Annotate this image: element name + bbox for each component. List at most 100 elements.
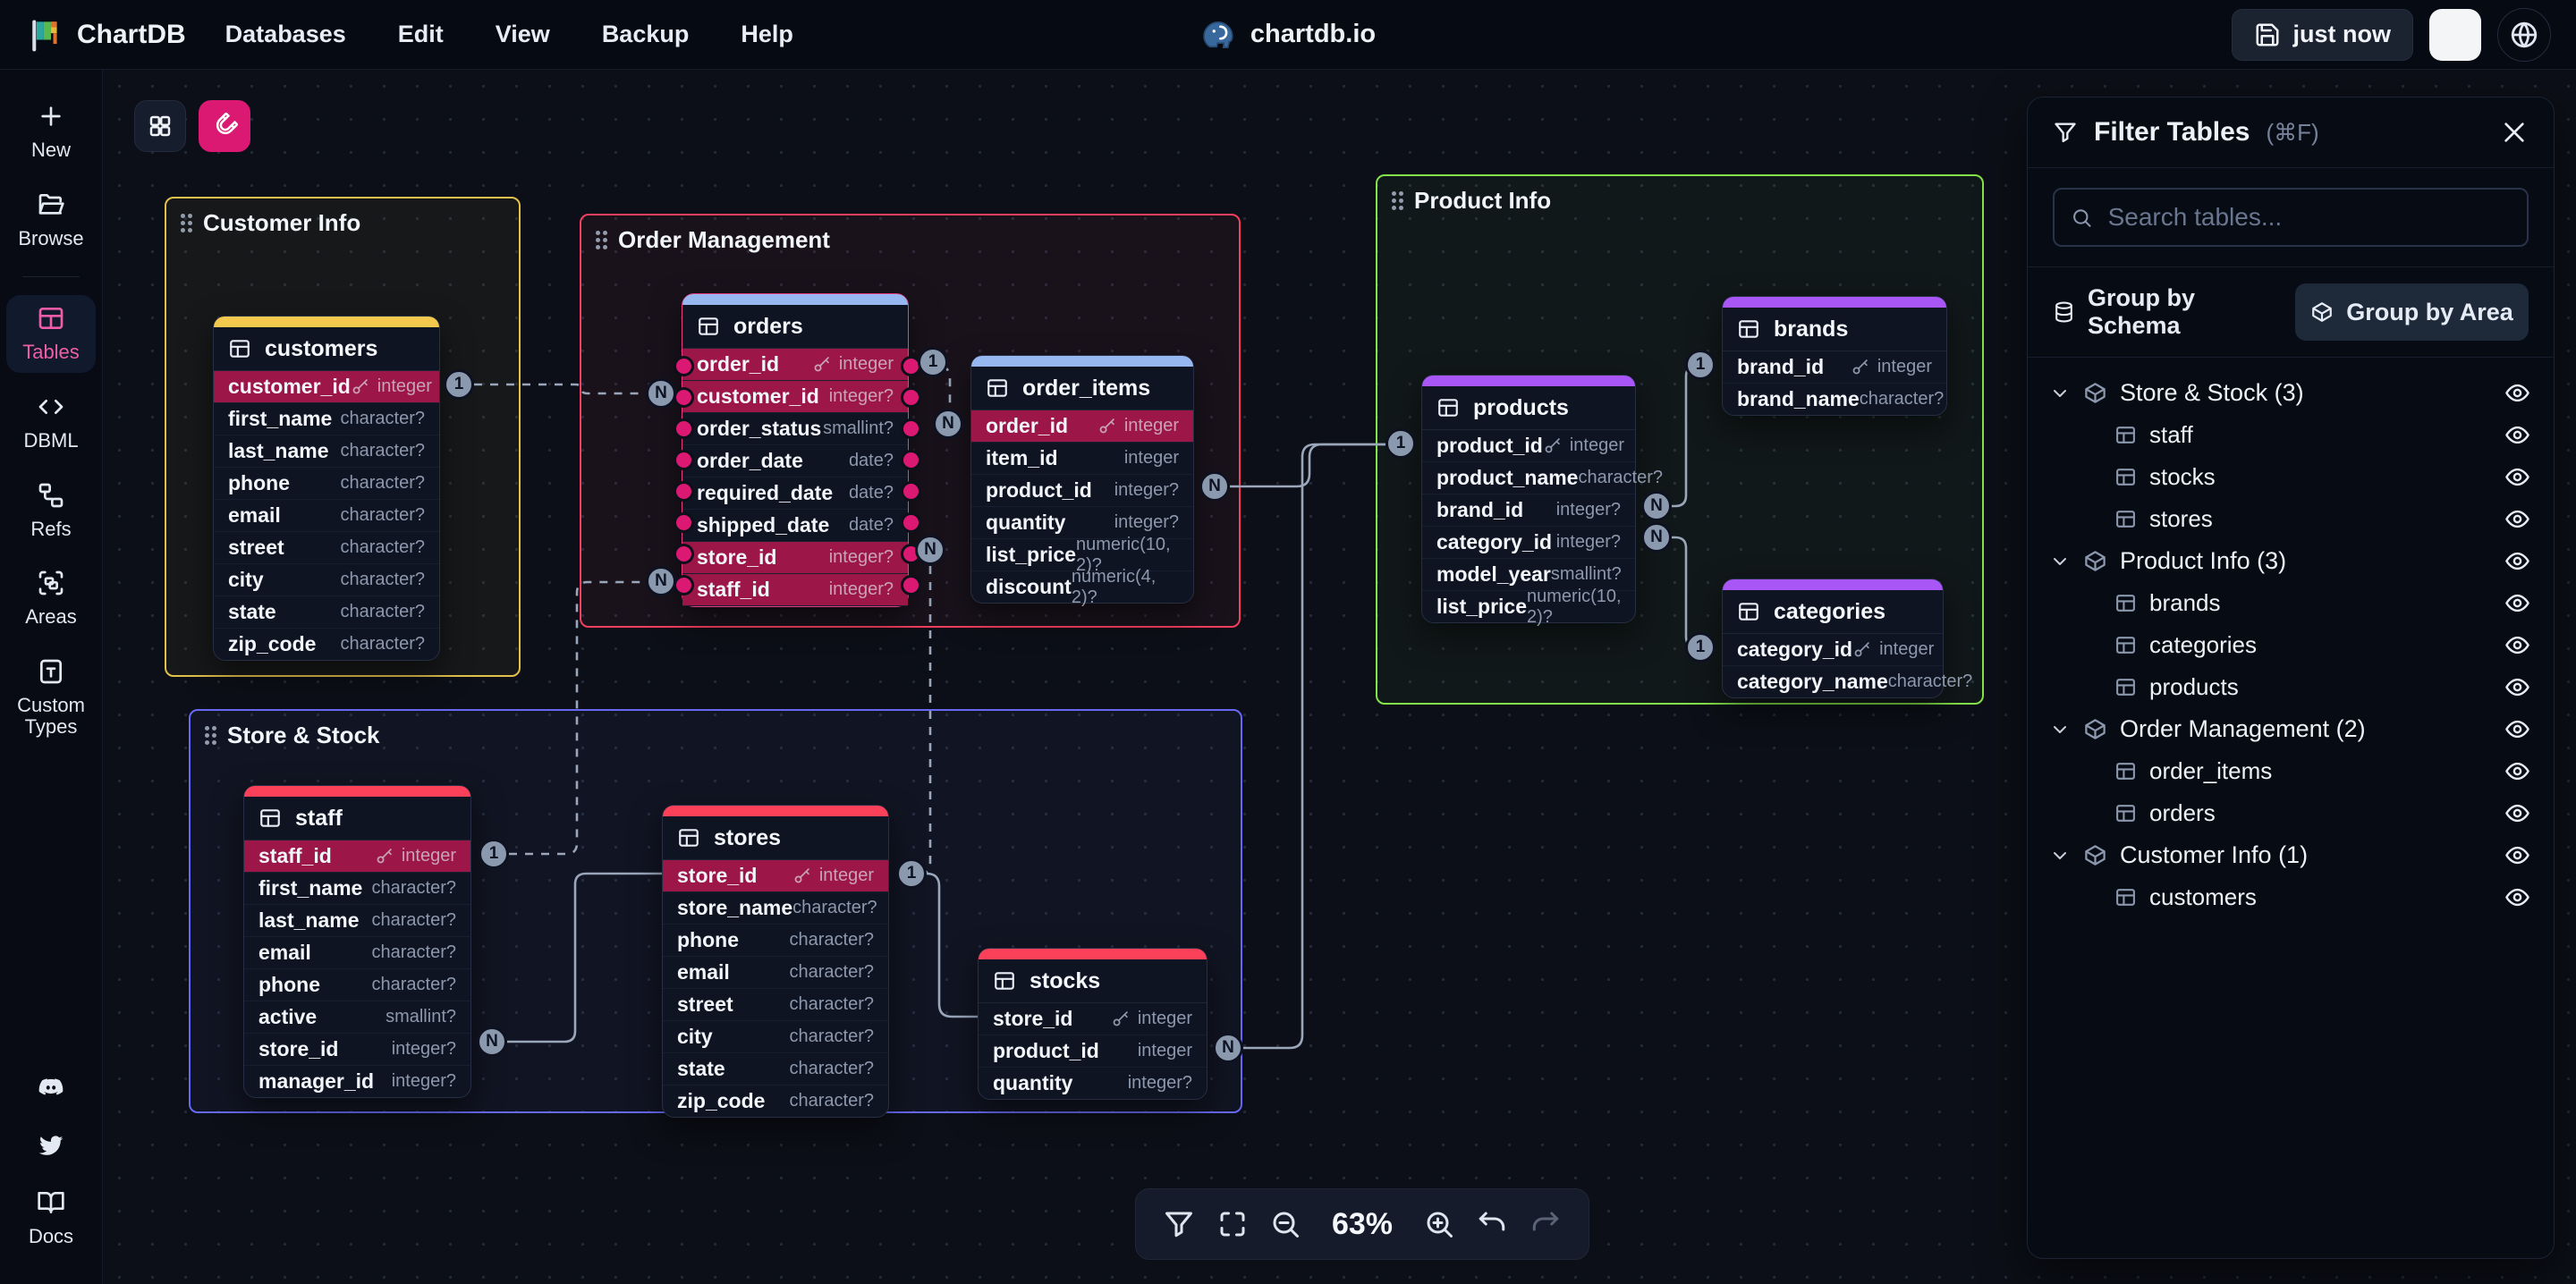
- field-row-store_id[interactable]: store_id integer: [663, 860, 888, 892]
- field-row-phone[interactable]: phone character?: [244, 969, 470, 1001]
- connection-handle[interactable]: [674, 418, 694, 439]
- connection-handle[interactable]: [901, 481, 921, 502]
- field-row-phone[interactable]: phone character?: [214, 468, 439, 500]
- sidebar-item-custom-types[interactable]: Custom Types: [6, 648, 96, 748]
- field-row-brand_name[interactable]: brand_name character?: [1723, 384, 1946, 415]
- github-button[interactable]: [2429, 9, 2481, 61]
- menu-view[interactable]: View: [496, 21, 550, 48]
- undo-button[interactable]: [1474, 1206, 1510, 1242]
- tree-table-customers[interactable]: customers: [2028, 876, 2554, 918]
- field-row-list_price[interactable]: list_price numeric(10, 2)?: [1422, 591, 1635, 622]
- table-orders[interactable]: orders order_id integer customer_id inte…: [682, 293, 909, 607]
- connection-handle[interactable]: [674, 512, 694, 533]
- field-row-category_name[interactable]: category_name character?: [1723, 666, 1943, 697]
- sidebar-item-areas[interactable]: Areas: [6, 560, 96, 638]
- chevron-down-icon[interactable]: [2049, 383, 2071, 404]
- frame-button[interactable]: [1215, 1206, 1250, 1242]
- field-row-order_id[interactable]: order_id integer: [682, 349, 908, 381]
- redo-button[interactable]: [1528, 1206, 1563, 1242]
- menu-databases[interactable]: Databases: [225, 21, 346, 48]
- table-brands[interactable]: brands brand_id integer brand_name chara…: [1722, 296, 1947, 416]
- field-row-state[interactable]: state character?: [214, 596, 439, 629]
- close-icon[interactable]: [2500, 118, 2529, 147]
- group-by-area-button[interactable]: Group by Area: [2295, 283, 2529, 341]
- field-row-staff_id[interactable]: staff_id integer?: [682, 574, 908, 606]
- field-row-store_name[interactable]: store_name character?: [663, 892, 888, 925]
- tree-table-products[interactable]: products: [2028, 666, 2554, 708]
- field-row-phone[interactable]: phone character?: [663, 925, 888, 957]
- connection-handle[interactable]: [901, 387, 921, 408]
- tree-table-order_items[interactable]: order_items: [2028, 750, 2554, 792]
- connection-handle[interactable]: [901, 450, 921, 470]
- table-header[interactable]: products: [1422, 386, 1635, 430]
- diagram-name[interactable]: chartdb.io: [1250, 20, 1376, 49]
- field-row-quantity[interactable]: quantity integer?: [979, 1068, 1207, 1099]
- field-row-street[interactable]: street character?: [663, 989, 888, 1021]
- connection-handle[interactable]: [674, 575, 694, 596]
- tree-table-stocks[interactable]: stocks: [2028, 456, 2554, 498]
- field-row-active[interactable]: active smallint?: [244, 1001, 470, 1034]
- field-row-brand_id[interactable]: brand_id integer?: [1422, 494, 1635, 527]
- language-button[interactable]: [2497, 8, 2551, 62]
- sidebar-item-browse[interactable]: Browse: [6, 182, 96, 259]
- field-row-product_id[interactable]: product_id integer: [979, 1035, 1207, 1068]
- tree-table-staff[interactable]: staff: [2028, 414, 2554, 456]
- eye-icon[interactable]: [2504, 674, 2530, 700]
- field-row-email[interactable]: email character?: [244, 937, 470, 969]
- field-row-product_name[interactable]: product_name character?: [1422, 462, 1635, 494]
- tree-table-categories[interactable]: categories: [2028, 624, 2554, 666]
- field-row-store_id[interactable]: store_id integer: [979, 1003, 1207, 1035]
- menu-edit[interactable]: Edit: [398, 21, 444, 48]
- connection-handle[interactable]: [901, 575, 921, 596]
- field-row-category_id[interactable]: category_id integer: [1723, 634, 1943, 666]
- table-header[interactable]: stores: [663, 816, 888, 860]
- field-row-brand_id[interactable]: brand_id integer: [1723, 351, 1946, 384]
- field-row-zip_code[interactable]: zip_code character?: [214, 629, 439, 660]
- eye-icon[interactable]: [2504, 884, 2530, 910]
- field-row-customer_id[interactable]: customer_id integer?: [682, 381, 908, 413]
- connection-handle[interactable]: [901, 418, 921, 439]
- tree-table-orders[interactable]: orders: [2028, 792, 2554, 834]
- eye-icon[interactable]: [2504, 800, 2530, 826]
- tree-group-customer-info[interactable]: Customer Info (1): [2028, 834, 2554, 876]
- sidebar-item-twitter[interactable]: Twitter: [6, 1122, 96, 1169]
- connection-handle[interactable]: [674, 544, 694, 564]
- sidebar-item-docs[interactable]: Docs: [6, 1179, 96, 1257]
- eye-icon[interactable]: [2504, 590, 2530, 616]
- filter-button[interactable]: [1161, 1206, 1197, 1242]
- tree-table-stores[interactable]: stores: [2028, 498, 2554, 540]
- field-row-street[interactable]: street character?: [214, 532, 439, 564]
- zoom-level[interactable]: 63%: [1321, 1207, 1403, 1242]
- field-row-email[interactable]: email character?: [214, 500, 439, 532]
- field-row-item_id[interactable]: item_id integer: [971, 443, 1193, 475]
- zoom-in-button[interactable]: [1421, 1206, 1457, 1242]
- table-header[interactable]: customers: [214, 327, 439, 371]
- table-products[interactable]: products product_id integer product_name…: [1421, 375, 1636, 623]
- field-row-category_id[interactable]: category_id integer?: [1422, 527, 1635, 559]
- field-row-store_id[interactable]: store_id integer?: [682, 542, 908, 574]
- eye-icon[interactable]: [2504, 380, 2530, 406]
- zoom-out-button[interactable]: [1267, 1206, 1303, 1242]
- sidebar-item-tables[interactable]: Tables: [6, 295, 96, 373]
- field-row-zip_code[interactable]: zip_code character?: [663, 1085, 888, 1117]
- tree-group-store-stock[interactable]: Store & Stock (3): [2028, 372, 2554, 414]
- sidebar-item-discord[interactable]: Discord: [6, 1065, 96, 1111]
- table-stocks[interactable]: stocks store_id integer product_id integ…: [978, 948, 1208, 1100]
- sidebar-item-dbml[interactable]: DBML: [6, 384, 96, 461]
- eye-icon[interactable]: [2504, 548, 2530, 574]
- connection-handle[interactable]: [674, 387, 694, 408]
- field-row-discount[interactable]: discount numeric(4, 2)?: [971, 571, 1193, 603]
- connection-handle[interactable]: [674, 450, 694, 470]
- field-row-staff_id[interactable]: staff_id integer: [244, 841, 470, 873]
- table-header[interactable]: staff: [244, 797, 470, 841]
- field-row-first_name[interactable]: first_name character?: [214, 403, 439, 435]
- save-status-button[interactable]: just now: [2232, 9, 2414, 61]
- sidebar-item-new[interactable]: New: [6, 93, 96, 171]
- field-row-product_id[interactable]: product_id integer?: [971, 475, 1193, 507]
- table-header[interactable]: categories: [1723, 590, 1943, 634]
- field-row-manager_id[interactable]: manager_id integer?: [244, 1066, 470, 1097]
- field-row-email[interactable]: email character?: [663, 957, 888, 989]
- connection-handle[interactable]: [674, 481, 694, 502]
- table-header[interactable]: brands: [1723, 308, 1946, 351]
- connection-handle[interactable]: [674, 356, 694, 376]
